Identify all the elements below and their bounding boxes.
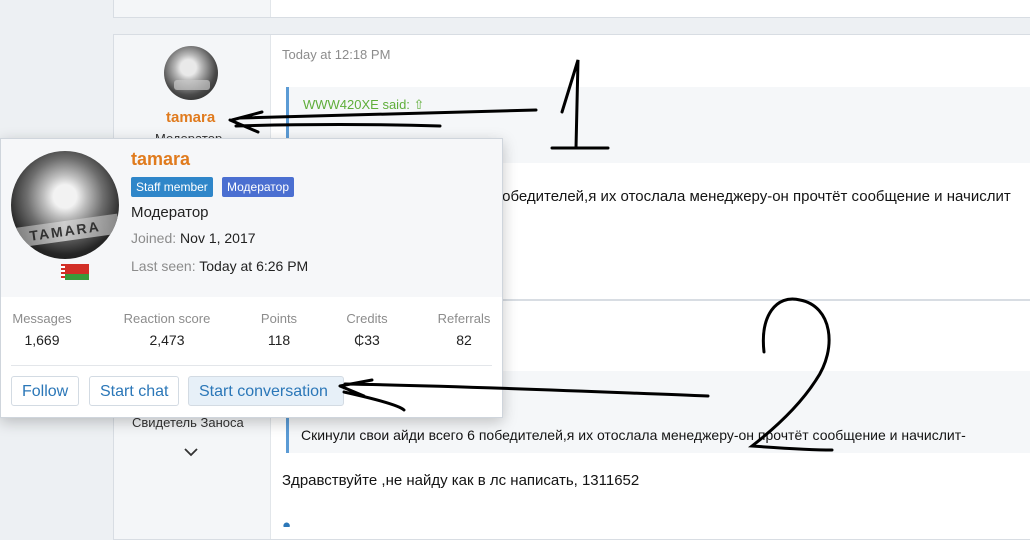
follow-button[interactable]: Follow (11, 376, 80, 406)
stat-reaction-score: Reaction score 2,473 (116, 311, 218, 348)
stat-value: ₵33 (354, 332, 380, 348)
quote-text: Скинули свои айди всего 6 победителей,я … (301, 427, 966, 443)
member-role: Модератор (131, 204, 209, 221)
joined-label: Joined: (131, 230, 177, 246)
chevron-down-icon[interactable] (182, 443, 200, 461)
previous-post-user-column (114, 0, 271, 17)
member-username[interactable]: tamara (131, 149, 190, 170)
stat-points: Points 118 (234, 311, 324, 348)
quote-author[interactable]: WWW420XE said: ⇧ (303, 97, 424, 113)
post-timestamp[interactable]: Today at 12:18 PM (282, 47, 390, 62)
previous-post (113, 0, 1030, 18)
member-tooltip: TAMARA tamara Staff member Модератор Мод… (0, 138, 503, 418)
joined-value: Nov 1, 2017 (180, 230, 256, 246)
last-seen-value: Today at 6:26 PM (199, 258, 309, 274)
avatar-band: TAMARA (11, 213, 119, 249)
stat-label: Credits (346, 311, 388, 326)
tooltip-divider (11, 365, 492, 366)
quote-author-name[interactable]: WWW420XE said: (303, 97, 410, 112)
stat-messages: Messages 1,669 (0, 311, 87, 348)
stat-label: Reaction score (123, 311, 211, 326)
start-chat-button[interactable]: Start chat (89, 376, 180, 406)
post-avatar[interactable] (164, 46, 218, 100)
member-avatar[interactable]: TAMARA (11, 151, 119, 259)
post-body: Здравствуйте ,не найду как в лс написать… (282, 472, 640, 489)
moderator-badge: Модератор (222, 177, 295, 197)
member-joined: Joined: Nov 1, 2017 (131, 230, 256, 246)
stat-value: 82 (456, 332, 472, 348)
reply-icon[interactable]: ● (282, 517, 291, 527)
stat-label: Points (260, 311, 298, 326)
avatar-text: TAMARA (28, 218, 102, 244)
post-body: победителей,я их отослала менеджеру-он п… (494, 188, 1011, 205)
belarus-flag-icon (61, 264, 89, 280)
stat-label: Messages (12, 311, 72, 326)
member-last-seen: Last seen: Today at 6:26 PM (131, 258, 308, 274)
post-actions-partial[interactable]: ● (282, 517, 342, 527)
stat-label: Referrals (437, 311, 491, 326)
stat-value: 2,473 (149, 332, 185, 348)
stat-value[interactable]: 118 (234, 332, 324, 348)
stat-value[interactable]: 1,669 (0, 332, 87, 348)
post-username[interactable]: tamara (166, 109, 215, 126)
stat-referrals: Referrals 82 (419, 311, 509, 348)
staff-member-badge: Staff member (131, 177, 213, 197)
stat-credits: Credits ₵33 (322, 311, 412, 348)
last-seen-label: Last seen: (131, 258, 196, 274)
start-conversation-button[interactable]: Start conversation (188, 376, 344, 406)
quote-jump-icon[interactable]: ⇧ (414, 97, 425, 112)
